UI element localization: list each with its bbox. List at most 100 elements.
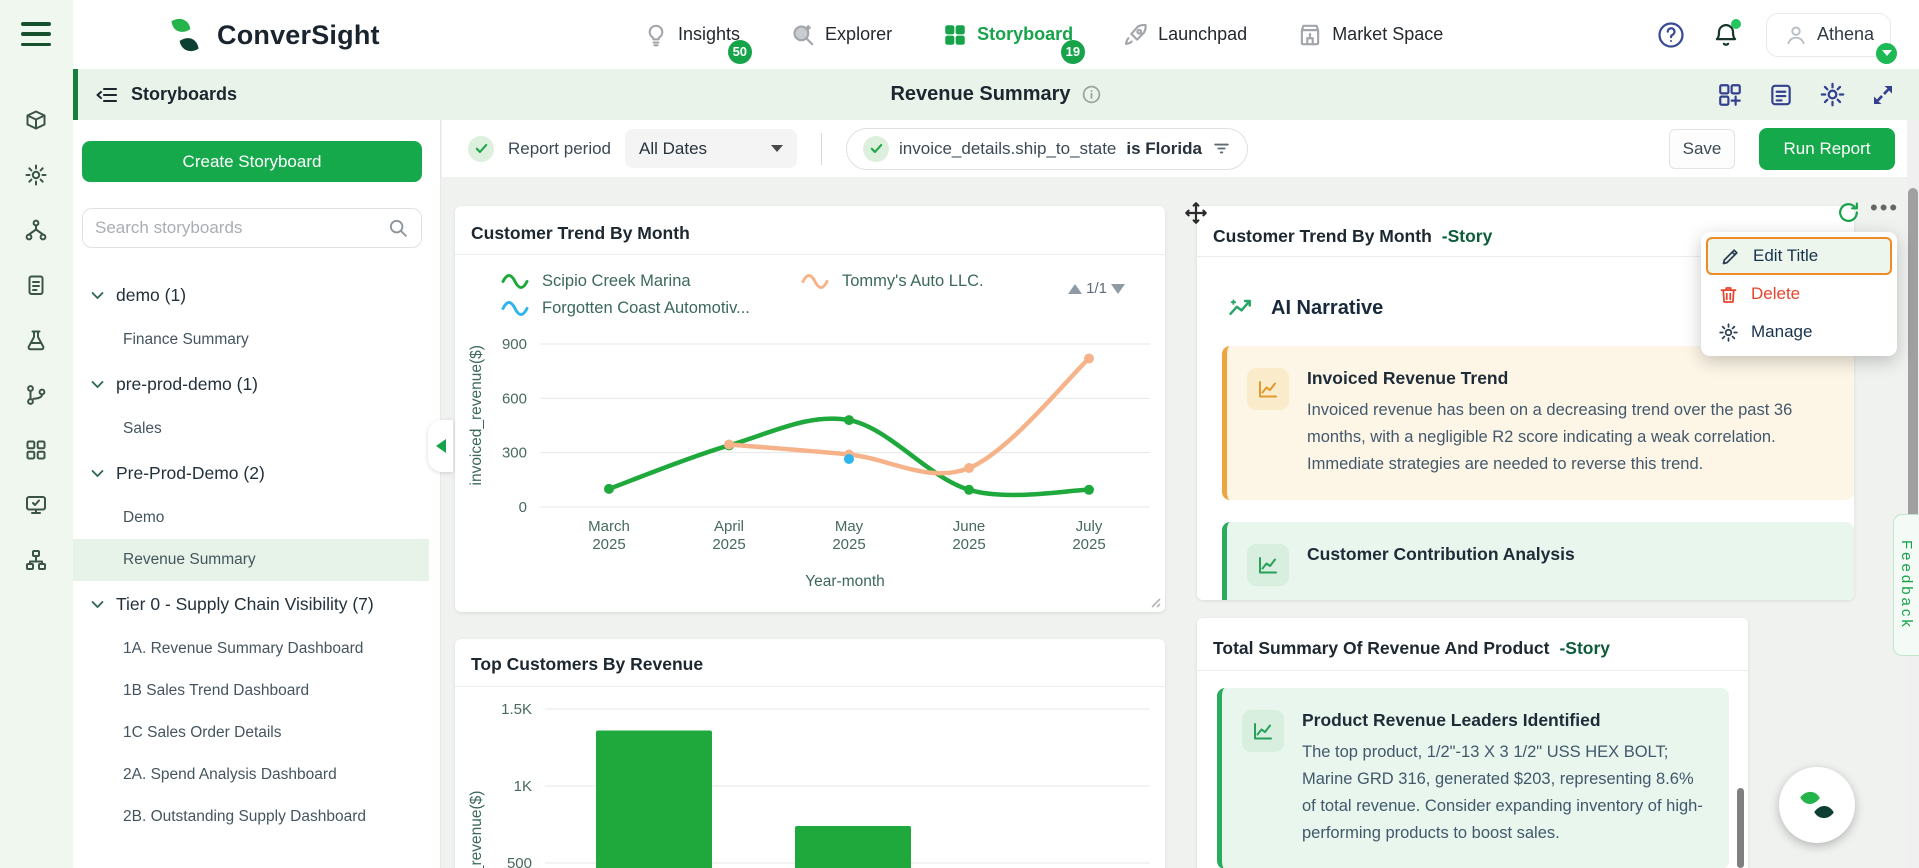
story1-suffix: -Story [1441, 226, 1493, 246]
menu-item-edit-title[interactable]: Edit Title [1706, 237, 1892, 275]
nav-item-launchpad[interactable]: Launchpad [1123, 22, 1247, 48]
nav-item-storyboard[interactable]: Storyboard 19 [942, 22, 1086, 64]
nav-item-insights[interactable]: Insights 50 [643, 22, 753, 64]
subheader-actions [1717, 69, 1895, 120]
monitor-check-icon [24, 493, 48, 517]
resize-handle-icon[interactable] [1147, 594, 1161, 608]
nav-label: Storyboard [977, 24, 1074, 44]
nav-badge: 19 [1060, 39, 1086, 64]
page-title-wrap: Revenue Summary [73, 69, 1919, 120]
svg-text:1K: 1K [514, 778, 532, 795]
subheader-bar: Storyboards Revenue Summary [73, 69, 1919, 120]
tree-item-finance-summary[interactable]: Finance Summary [73, 319, 429, 361]
rail-button-hierarchy-icon[interactable] [24, 218, 50, 244]
rail-button-org-chart-icon[interactable] [24, 548, 50, 574]
rail-button-settings-gear-icon[interactable] [24, 163, 50, 189]
filter-actions: Save Run Report [1669, 120, 1895, 177]
check-circle-icon[interactable] [468, 135, 494, 162]
primary-nav: Insights 50 Explorer Storyboard 19 Launchpad M… [643, 0, 1443, 69]
notification-dot [1730, 18, 1741, 29]
rail-button-git-branch-icon[interactable] [24, 383, 50, 409]
storyboards-header[interactable]: Storyboards [95, 69, 237, 120]
hamburger-menu-icon[interactable] [21, 22, 51, 46]
tree-item-demo[interactable]: Demo [73, 497, 429, 539]
tree-group-tier-0-supply-chain-visibility-7[interactable]: Tier 0 - Supply Chain Visibility (7) [73, 581, 429, 628]
notes-icon[interactable] [1768, 82, 1794, 108]
menu-item-label: Delete [1751, 284, 1801, 303]
notifications-bell-icon[interactable] [1712, 18, 1741, 49]
page-title: Revenue Summary [890, 83, 1071, 105]
collapse-panel-button[interactable] [428, 420, 453, 472]
refresh-story-icon[interactable] [1836, 200, 1861, 225]
search-input[interactable] [95, 218, 379, 238]
more-options-icon[interactable]: ••• [1870, 197, 1899, 219]
save-button[interactable]: Save [1669, 128, 1735, 169]
report-period-select[interactable]: All Dates [625, 129, 798, 168]
tree-group-demo-1[interactable]: demo (1) [73, 272, 429, 319]
narrative-chart-trend-icon [1242, 710, 1284, 752]
nav-item-explorer[interactable]: Explorer [790, 22, 892, 48]
run-report-button[interactable]: Run Report [1759, 127, 1895, 170]
tree-group-pre-prod-demo-2[interactable]: Pre-Prod-Demo (2) [73, 450, 429, 497]
move-handle-icon[interactable] [1183, 200, 1209, 226]
filter-chip-ship-to-state[interactable]: invoice_details.ship_to_state is Florida [846, 127, 1248, 170]
storyboards-title: Storyboards [131, 84, 238, 104]
svg-text:2025: 2025 [832, 536, 865, 553]
rail-button-monitor-check-icon[interactable] [24, 493, 50, 519]
brand-logo[interactable]: ConverSight [163, 13, 380, 57]
create-storyboard-button[interactable]: Create Storyboard [82, 141, 422, 182]
narrative-text: Invoiced revenue has been on a decreasin… [1307, 401, 1793, 473]
svg-text:invoiced_revenue($): invoiced_revenue($) [468, 345, 485, 485]
tree-item-revenue-summary[interactable]: Revenue Summary [73, 539, 429, 581]
chip-check-icon [863, 135, 890, 162]
tree-item-sales[interactable]: Sales [73, 408, 429, 450]
story2-title: Total Summary Of Revenue And Product [1213, 638, 1550, 658]
chevron-down-icon [89, 465, 106, 482]
add-widget-icon[interactable] [1717, 82, 1743, 108]
menu-item-label: Edit Title [1753, 246, 1819, 265]
assistant-fab[interactable] [1779, 767, 1855, 843]
tree-item-2a-spend-analysis-dashboard[interactable]: 2A. Spend Analysis Dashboard [73, 754, 429, 796]
narrative-list-2: Product Revenue Leaders Identified The to… [1217, 688, 1729, 868]
line-chart: 0300600900March2025April2025May2025June2… [468, 336, 1150, 590]
svg-text:invoiced_revenue($): invoiced_revenue($) [468, 791, 485, 868]
help-icon[interactable] [1656, 20, 1686, 50]
clipboard-icon [24, 273, 48, 297]
narrative-card-invoiced-revenue-trend: Invoiced Revenue Trend Invoiced revenue h… [1222, 346, 1854, 500]
rail-button-flask-icon[interactable] [24, 328, 50, 354]
menu-item-delete[interactable]: Delete [1706, 275, 1892, 313]
explorer-icon [790, 22, 816, 48]
tree-item-2b-outstanding-supply-dashboard[interactable]: 2B. Outstanding Supply Dashboard [73, 796, 429, 838]
flask-icon [24, 328, 48, 352]
rail-button-clipboard-icon[interactable] [24, 273, 50, 299]
story2-divider [1197, 670, 1748, 671]
svg-text:600: 600 [502, 390, 527, 407]
user-name: Athena [1816, 24, 1874, 44]
user-menu[interactable]: Athena [1765, 12, 1897, 64]
story2-scrollbar[interactable] [1737, 788, 1744, 868]
nav-label: Launchpad [1158, 24, 1248, 44]
svg-text:1.5K: 1.5K [501, 701, 532, 718]
info-icon[interactable] [1081, 84, 1102, 105]
tree-item-1a-revenue-summary-dashboard[interactable]: 1A. Revenue Summary Dashboard [73, 628, 429, 670]
rail-button-workflow-grid-icon[interactable] [24, 438, 50, 464]
nav-item-market-space[interactable]: Market Space [1297, 22, 1443, 48]
feedback-label: Feedback [1898, 540, 1915, 630]
filters: Report period All Dates invoice_details.… [468, 120, 1248, 177]
rail-button-package-icon[interactable] [24, 108, 50, 134]
tree-group-pre-prod-demo-1[interactable]: pre-prod-demo (1) [73, 361, 429, 408]
feedback-tab[interactable]: Feedback [1893, 514, 1919, 656]
expand-icon[interactable] [1871, 83, 1895, 107]
svg-text:0: 0 [519, 499, 527, 516]
package-icon [24, 108, 48, 132]
search-icon[interactable] [387, 217, 409, 239]
bar-chart: 1.5K 1K 500 invoiced_revenue($) [468, 701, 1150, 868]
tree-item-1b-sales-trend-dashboard[interactable]: 1B Sales Trend Dashboard [73, 670, 429, 712]
settings-icon[interactable] [1819, 81, 1846, 108]
tree-item-1c-sales-order-details[interactable]: 1C Sales Order Details [73, 712, 429, 754]
svg-text:300: 300 [502, 445, 527, 462]
caret-down-icon [771, 145, 784, 152]
conversight-fab-icon [1796, 784, 1838, 826]
svg-text:June: June [953, 518, 986, 535]
menu-item-manage[interactable]: Manage [1706, 313, 1892, 351]
